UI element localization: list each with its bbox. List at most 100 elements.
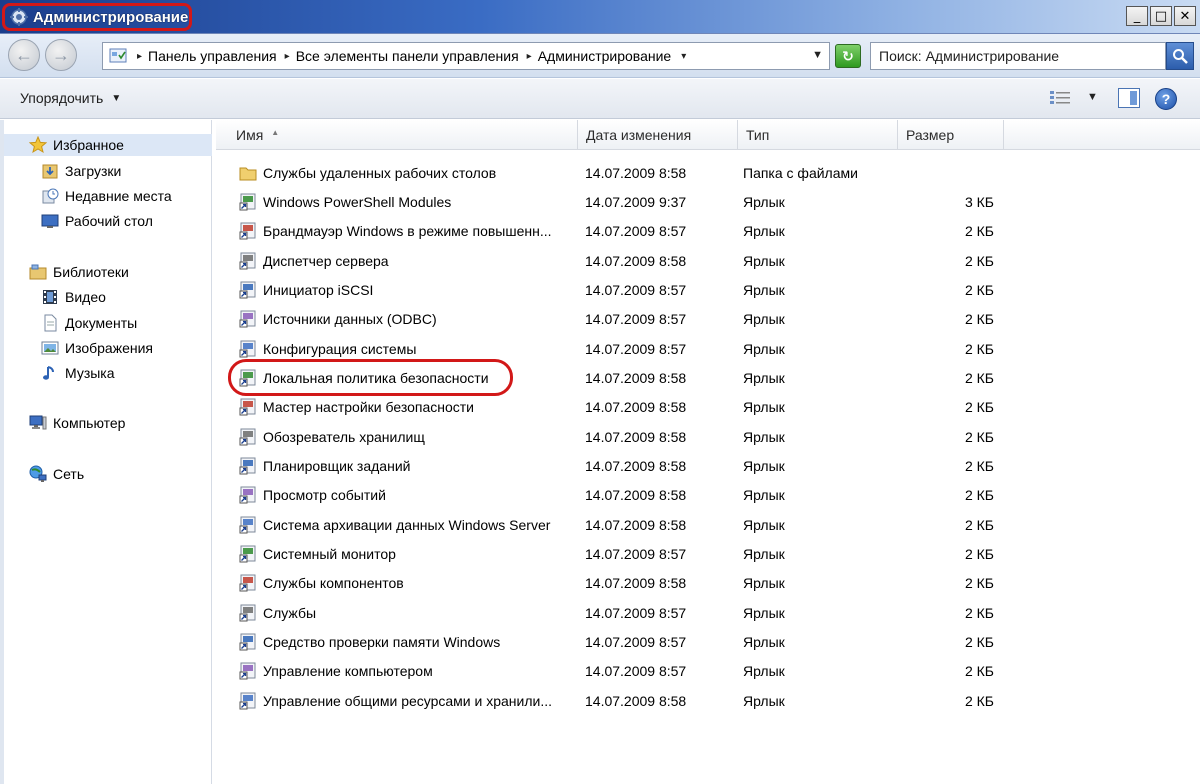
search-placeholder: Поиск: Администрирование bbox=[879, 48, 1060, 64]
file-name-cell: Службы удаленных рабочих столов bbox=[238, 158, 582, 187]
preview-pane-icon[interactable] bbox=[1118, 88, 1140, 108]
file-name: Системный монитор bbox=[263, 546, 396, 563]
search-button[interactable] bbox=[1166, 42, 1194, 70]
search-input[interactable]: Поиск: Администрирование bbox=[870, 42, 1166, 70]
file-type: Папка с файлами bbox=[743, 164, 858, 181]
star-icon bbox=[28, 136, 48, 154]
nav-pane-edge bbox=[0, 120, 4, 784]
file-row[interactable]: Управление компьютером 14.07.2009 8:57 Ярл… bbox=[216, 657, 1200, 686]
nav-music[interactable]: Музыка bbox=[40, 362, 115, 384]
nav-computer[interactable]: Компьютер bbox=[28, 412, 125, 434]
downloads-icon bbox=[40, 162, 60, 180]
search-icon bbox=[1173, 49, 1188, 64]
file-row[interactable]: Система архивации данных Windows Server 1… bbox=[216, 510, 1200, 539]
file-row[interactable]: Планировщик заданий 14.07.2009 8:58 Ярлык 2… bbox=[216, 452, 1200, 481]
command-bar: Упорядочить ▼ ▼ ? bbox=[0, 79, 1200, 119]
file-date: 14.07.2009 8:57 bbox=[585, 546, 687, 563]
nav-desktop[interactable]: Рабочий стол bbox=[40, 210, 153, 232]
nav-downloads[interactable]: Загрузки bbox=[40, 160, 121, 182]
address-box[interactable]: ▸ Панель управления ▸ Все элементы панели … bbox=[102, 42, 830, 70]
file-name: Обозреватель хранилищ bbox=[263, 428, 425, 445]
file-name: Система архивации данных Windows Server bbox=[263, 516, 551, 533]
services-shortcut-icon bbox=[238, 603, 258, 623]
event-viewer-shortcut-icon bbox=[238, 485, 258, 505]
file-date: 14.07.2009 8:57 bbox=[585, 634, 687, 651]
file-size: 2 КБ bbox=[964, 487, 994, 504]
file-name: Инициатор iSCSI bbox=[263, 281, 374, 298]
file-row[interactable]: Windows PowerShell Modules 14.07.2009 9:3… bbox=[216, 187, 1200, 216]
breadcrumb-arrow-icon: ▸ bbox=[526, 50, 532, 62]
nav-documents[interactable]: Документы bbox=[40, 312, 137, 334]
change-view-icon[interactable] bbox=[1049, 89, 1071, 107]
back-button[interactable]: ← bbox=[8, 39, 40, 71]
nav-pictures[interactable]: Изображения bbox=[40, 337, 153, 359]
address-history-dropdown[interactable]: ▼ bbox=[812, 49, 823, 61]
column-name[interactable]: Имя ▲ bbox=[216, 120, 578, 150]
arrow-left-icon: ← bbox=[15, 44, 33, 65]
share-storage-shortcut-icon bbox=[238, 691, 258, 711]
file-row[interactable]: Диспетчер сервера 14.07.2009 8:58 Ярлык 2 К… bbox=[216, 246, 1200, 275]
refresh-button[interactable]: ↻ bbox=[835, 44, 861, 68]
file-row[interactable]: Системный монитор 14.07.2009 8:57 Ярлык 2 К… bbox=[216, 540, 1200, 569]
file-row[interactable]: Источники данных (ODBC) 14.07.2009 8:57 Яр… bbox=[216, 305, 1200, 334]
column-type[interactable]: Тип bbox=[738, 120, 898, 150]
minimize-button[interactable]: _ bbox=[1126, 6, 1148, 26]
arrow-right-icon: → bbox=[52, 44, 70, 65]
desktop-icon bbox=[40, 212, 60, 230]
file-name-cell: Службы bbox=[238, 598, 582, 627]
more-views-dropdown[interactable]: ▼ bbox=[1087, 91, 1098, 103]
computer-icon bbox=[28, 414, 48, 432]
breadcrumb-administrative-tools[interactable]: ▸ Администрирование ▾ bbox=[519, 48, 693, 64]
nav-favorites[interactable]: Избранное bbox=[4, 134, 212, 156]
file-row[interactable]: Обозреватель хранилищ 14.07.2009 8:58 Ярлы… bbox=[216, 422, 1200, 451]
file-type: Ярлык bbox=[743, 575, 785, 592]
nav-network[interactable]: Сеть bbox=[28, 463, 84, 485]
file-name-cell: Локальная политика безопасности bbox=[238, 363, 582, 392]
file-name: Управление компьютером bbox=[263, 663, 433, 680]
refresh-icon: ↻ bbox=[842, 47, 854, 64]
file-date: 14.07.2009 8:57 bbox=[585, 311, 687, 328]
file-row[interactable]: Службы компонентов 14.07.2009 8:58 Ярлык 2 … bbox=[216, 569, 1200, 598]
file-type: Ярлык bbox=[743, 487, 785, 504]
organize-button[interactable]: Упорядочить ▼ bbox=[20, 90, 121, 106]
breadcrumb-control-panel[interactable]: ▸ Панель управления bbox=[129, 48, 277, 64]
file-name-cell: Windows PowerShell Modules bbox=[238, 187, 582, 216]
file-size: 2 КБ bbox=[964, 692, 994, 709]
file-row[interactable]: Конфигурация системы 14.07.2009 8:57 Ярлык… bbox=[216, 334, 1200, 363]
window-controls: _ □ ✕ bbox=[1126, 6, 1196, 26]
file-row[interactable]: Управление общими ресурсами и хранили...… bbox=[216, 686, 1200, 715]
file-row[interactable]: Инициатор iSCSI 14.07.2009 8:57 Ярлык 2 КБ bbox=[216, 275, 1200, 304]
column-size[interactable]: Размер bbox=[898, 120, 1004, 150]
libraries-icon bbox=[28, 263, 48, 281]
forward-button[interactable]: → bbox=[45, 39, 77, 71]
file-size: 2 КБ bbox=[964, 546, 994, 563]
file-type: Ярлык bbox=[743, 458, 785, 474]
help-icon[interactable]: ? bbox=[1155, 88, 1177, 110]
odbc-shortcut-icon bbox=[238, 309, 258, 329]
file-row[interactable]: Средство проверки памяти Windows 14.07.20… bbox=[216, 628, 1200, 657]
file-row[interactable]: Службы удаленных рабочих столов 14.07.200… bbox=[216, 158, 1200, 187]
file-name: Службы bbox=[263, 604, 317, 621]
chevron-down-icon: ▼ bbox=[111, 92, 122, 104]
close-button[interactable]: ✕ bbox=[1174, 6, 1196, 26]
task-scheduler-shortcut-icon bbox=[238, 456, 258, 476]
video-icon bbox=[40, 288, 60, 306]
nav-libraries[interactable]: Библиотеки bbox=[28, 261, 129, 283]
nav-video[interactable]: Видео bbox=[40, 286, 106, 308]
file-row[interactable]: Мастер настройки безопасности 14.07.2009 … bbox=[216, 393, 1200, 422]
maximize-button[interactable]: □ bbox=[1150, 6, 1172, 26]
file-row[interactable]: Службы 14.07.2009 8:57 Ярлык 2 КБ bbox=[216, 598, 1200, 627]
server-manager-shortcut-icon bbox=[238, 251, 258, 271]
documents-icon bbox=[40, 314, 60, 332]
column-date[interactable]: Дата изменения bbox=[578, 120, 738, 150]
file-row[interactable]: Просмотр событий 14.07.2009 8:58 Ярлык 2 КБ bbox=[216, 481, 1200, 510]
file-size: 2 КБ bbox=[964, 634, 994, 651]
breadcrumb-all-items[interactable]: ▸ Все элементы панели управления bbox=[277, 48, 519, 64]
network-icon bbox=[28, 465, 48, 483]
title-bar[interactable]: Администрирование _ □ ✕ bbox=[0, 0, 1200, 34]
file-size: 2 КБ bbox=[964, 340, 994, 357]
file-row[interactable]: Локальная политика безопасности 14.07.200… bbox=[216, 359, 1200, 397]
file-date: 14.07.2009 8:58 bbox=[585, 428, 687, 445]
nav-recent-places[interactable]: Недавние места bbox=[40, 185, 172, 207]
file-row[interactable]: Брандмауэр Windows в режиме повышенн... 1… bbox=[216, 217, 1200, 246]
